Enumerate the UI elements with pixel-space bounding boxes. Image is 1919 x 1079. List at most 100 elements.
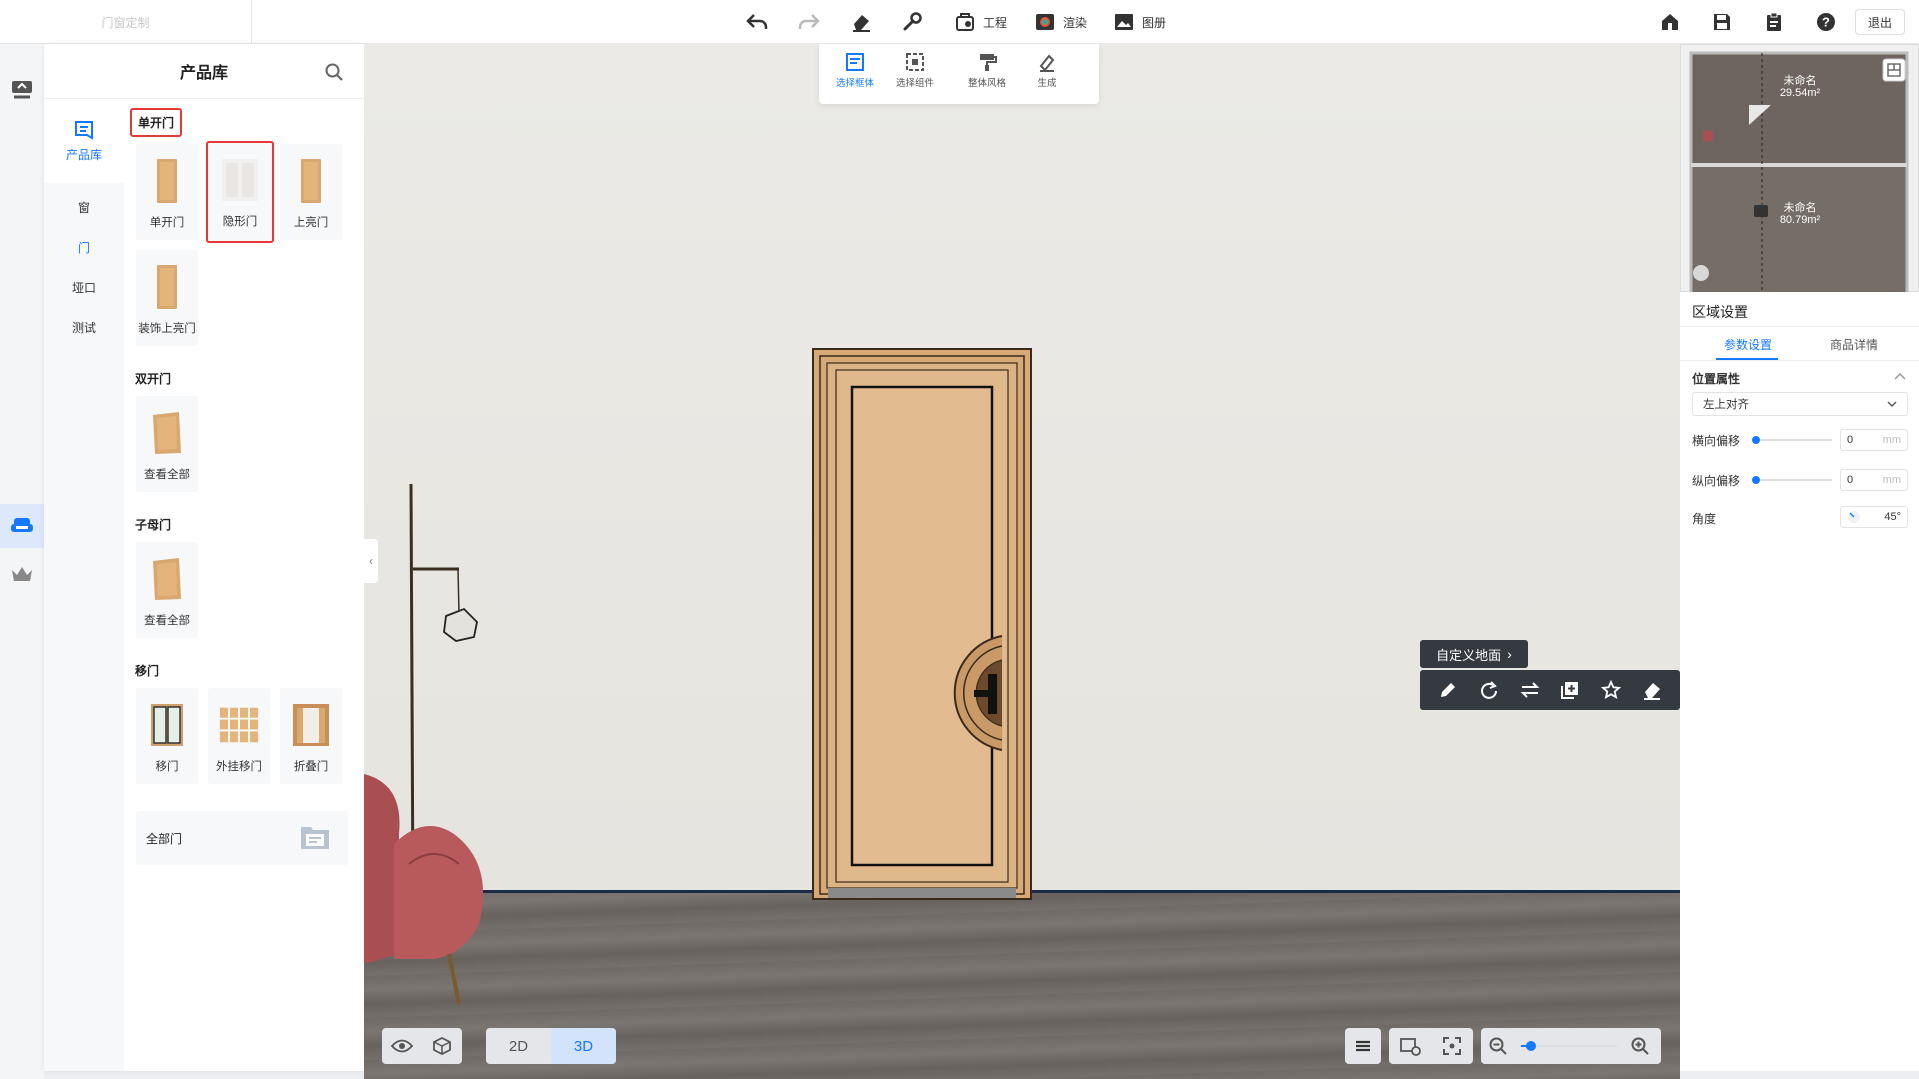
- product-label: 上亮门: [293, 217, 329, 229]
- alignment-value: 左上对齐: [1703, 399, 1749, 411]
- collapse-panel-button[interactable]: ‹: [364, 539, 378, 583]
- divider: [1680, 326, 1919, 327]
- tool-overall-style[interactable]: 整体风格: [959, 52, 1015, 89]
- tab-params[interactable]: 参数设置: [1724, 336, 1772, 353]
- product-card-decorative-transom-door[interactable]: 装饰上亮门: [136, 250, 198, 346]
- camera-controls: [1389, 1028, 1473, 1064]
- room-name: 未命名: [1783, 202, 1817, 214]
- render-label: 渲染: [1063, 15, 1088, 30]
- strip-product-button[interactable]: [0, 504, 44, 548]
- star-icon[interactable]: [1600, 680, 1621, 700]
- eraser-button[interactable]: [849, 8, 873, 36]
- product-card-hanging-sliding-door[interactable]: 外挂移门: [208, 688, 270, 784]
- mode-3d-button[interactable]: 3D: [551, 1028, 616, 1064]
- tool-palette: 选择框体 选择组件 整体风格 生成: [819, 44, 1099, 104]
- zoom-controls: [1481, 1028, 1661, 1064]
- v-offset-thumb[interactable]: [1752, 476, 1760, 484]
- eraser-icon[interactable]: [1642, 680, 1662, 700]
- strip-crown-button[interactable]: [0, 552, 44, 596]
- pencil-icon[interactable]: [1438, 680, 1458, 700]
- nav-item-opening[interactable]: 垭口: [44, 267, 124, 307]
- home-button[interactable]: [1658, 8, 1682, 36]
- camera-settings-button[interactable]: [1389, 1028, 1431, 1064]
- product-card-double-view-all[interactable]: 查看全部: [136, 396, 198, 492]
- zoom-slider[interactable]: [1515, 1028, 1623, 1064]
- cube-button[interactable]: [422, 1028, 462, 1064]
- exit-button[interactable]: 退出: [1855, 9, 1905, 35]
- product-card-invisible-door[interactable]: 隐形门: [206, 141, 274, 243]
- section-title-sliding-door: 移门: [135, 664, 160, 678]
- flip-icon[interactable]: [1520, 680, 1540, 700]
- tool-label: 选择组件: [895, 78, 934, 89]
- nav-item-test[interactable]: 测试: [44, 307, 124, 347]
- product-label: 折叠门: [293, 761, 329, 773]
- h-offset-input[interactable]: 0 mm: [1840, 429, 1908, 451]
- h-offset-slider[interactable]: [1756, 439, 1832, 441]
- chevron-up-icon[interactable]: [1894, 372, 1906, 380]
- minimap-room-1: 未命名 29.54m²: [1767, 75, 1833, 99]
- door-model[interactable]: [812, 348, 1032, 900]
- v-offset-value: 0: [1847, 474, 1854, 486]
- tool-generate[interactable]: 生成: [1019, 52, 1075, 89]
- list-button[interactable]: [1345, 1028, 1381, 1064]
- save-icon: [1710, 10, 1734, 34]
- product-card-mother-child-view-all[interactable]: 查看全部: [136, 542, 198, 638]
- tools-button[interactable]: [900, 8, 924, 36]
- save-button[interactable]: [1710, 8, 1734, 36]
- project-icon: [953, 10, 977, 34]
- alignment-select[interactable]: 左上对齐: [1692, 392, 1908, 416]
- camera-settings-icon: [1400, 1038, 1421, 1056]
- product-card-single-door[interactable]: 单开门: [136, 144, 198, 240]
- product-card-transom-door[interactable]: 上亮门: [280, 144, 342, 240]
- render-button[interactable]: 渲染: [1033, 8, 1087, 36]
- region-settings-panel: 区域设置 参数设置 商品详情 位置属性 左上对齐 横向偏移 0 mm 纵向偏移 …: [1680, 292, 1919, 1071]
- nav-product-library-label: 产品库: [65, 148, 102, 162]
- redo-button[interactable]: [797, 8, 821, 36]
- v-offset-slider[interactable]: [1756, 479, 1832, 481]
- nav-item-window[interactable]: 窗: [44, 187, 124, 227]
- crown-icon: [12, 567, 32, 581]
- product-label: 隐形门: [222, 216, 258, 228]
- nav-product-library[interactable]: 产品库: [44, 100, 124, 183]
- generate-icon: [1039, 54, 1055, 72]
- album-button[interactable]: 图册: [1112, 8, 1166, 36]
- clipboard-button[interactable]: [1762, 8, 1786, 36]
- product-card-sliding-door[interactable]: 移门: [136, 688, 198, 784]
- minimap[interactable]: 未命名 29.54m² 未命名 80.79m²: [1680, 44, 1919, 293]
- room-area: 80.79m²: [1779, 214, 1821, 226]
- zoom-thumb[interactable]: [1525, 1041, 1536, 1051]
- undo-button[interactable]: [745, 8, 769, 36]
- tool-select-component[interactable]: 选择组件: [887, 52, 943, 89]
- mode-2d-button[interactable]: 2D: [486, 1028, 551, 1064]
- search-icon[interactable]: [324, 62, 344, 82]
- help-button[interactable]: ?: [1814, 8, 1838, 36]
- v-offset-input[interactable]: 0 mm: [1840, 469, 1908, 491]
- tool-select-frame[interactable]: 选择框体: [827, 52, 883, 89]
- undo-icon: [745, 10, 769, 34]
- angle-input[interactable]: 45°: [1840, 506, 1908, 528]
- nav-item-door[interactable]: 门: [44, 227, 124, 267]
- catalog-folder-icon: [301, 827, 329, 849]
- eye-button[interactable]: [382, 1028, 422, 1064]
- viewport-3d[interactable]: 选择框体 选择组件 整体风格 生成 ‹ 自定义地面 › 2D 3D: [364, 44, 1680, 1079]
- custom-floor-button[interactable]: 自定义地面 ›: [1420, 640, 1528, 668]
- paint-roller-icon: [980, 54, 997, 71]
- project-button[interactable]: 工程: [953, 8, 1007, 36]
- product-card-folding-door[interactable]: 折叠门: [280, 688, 342, 784]
- h-offset-thumb[interactable]: [1752, 436, 1760, 444]
- eye-icon: [391, 1039, 413, 1053]
- focus-button[interactable]: [1431, 1028, 1473, 1064]
- zoom-in-button[interactable]: [1623, 1028, 1657, 1064]
- strip-design-button[interactable]: [0, 68, 44, 112]
- product-label: 移门: [155, 761, 179, 773]
- rotate-icon[interactable]: [1479, 680, 1499, 700]
- zoom-out-button[interactable]: [1481, 1028, 1515, 1064]
- catalog-icon: [75, 121, 93, 140]
- zoom-out-icon: [1489, 1037, 1507, 1055]
- unit-label: mm: [1882, 474, 1901, 486]
- all-doors-button[interactable]: 全部门: [136, 811, 348, 865]
- room-area: 29.54m²: [1779, 87, 1821, 99]
- h-offset-value: 0: [1847, 434, 1854, 446]
- tab-details[interactable]: 商品详情: [1830, 336, 1878, 353]
- duplicate-icon[interactable]: [1560, 680, 1580, 700]
